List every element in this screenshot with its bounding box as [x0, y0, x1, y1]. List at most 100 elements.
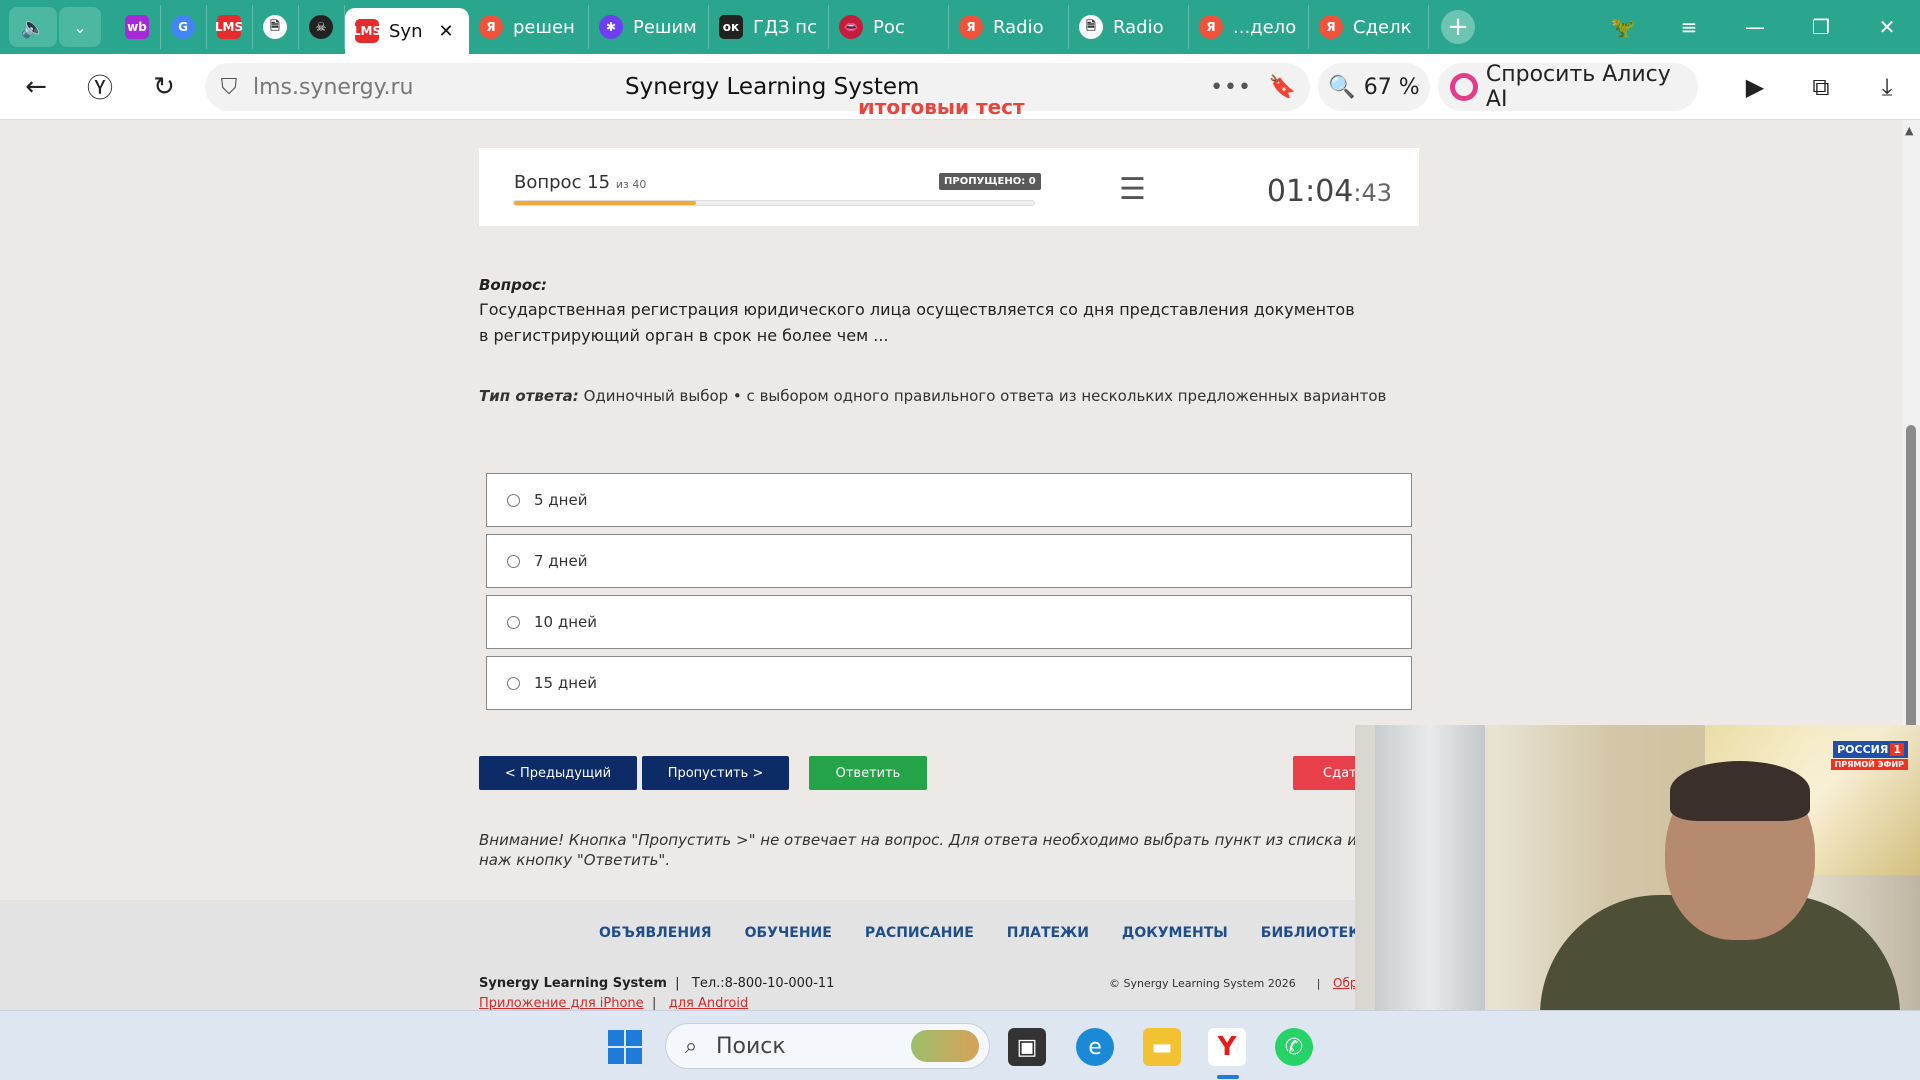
footer-brand-name: Synergy Learning System — [479, 976, 667, 991]
channel-number: 1 — [1890, 743, 1904, 756]
tab-audio-control[interactable]: 🔈 — [9, 7, 57, 47]
answer-option[interactable]: 15 дней — [486, 656, 1412, 710]
footer-link-education[interactable]: ОБУЧЕНИЕ — [745, 925, 832, 941]
answer-option[interactable]: 5 дней — [486, 473, 1412, 527]
answer-button[interactable]: Ответить — [809, 756, 927, 790]
tab[interactable]: Я Сделк — [1309, 5, 1429, 49]
tab-favicon-icon: 👄 — [839, 15, 863, 39]
channel-logo: РОССИЯ 1 — [1833, 741, 1908, 758]
new-tab-button[interactable]: + — [1441, 10, 1475, 44]
yandex-home-icon[interactable]: Ⓨ — [68, 68, 132, 105]
radio-button[interactable] — [507, 554, 520, 568]
scroll-up-icon[interactable]: ▲ — [1905, 124, 1913, 137]
taskbar-search[interactable]: ⌕ Поиск — [665, 1023, 990, 1069]
back-icon[interactable]: ← — [4, 72, 68, 102]
timer: 01:04:43 — [1267, 174, 1392, 209]
footer-phone: Тел.:8-800-10-000-11 — [691, 976, 835, 991]
more-icon[interactable]: ••• — [1210, 75, 1252, 100]
reload-icon[interactable]: ↻ — [132, 72, 196, 102]
tab-label: решен — [513, 16, 575, 38]
chevron-down-icon: ⌄ — [73, 17, 87, 37]
timer-main: 01:04 — [1266, 174, 1354, 209]
shield-icon[interactable]: ⛉ — [205, 75, 253, 100]
live-badge: ПРЯМОЙ ЭФИР — [1830, 759, 1908, 770]
footer-separator: | — [671, 976, 688, 991]
close-window-button[interactable]: ✕ — [1854, 15, 1920, 39]
footer-link-announcements[interactable]: ОБЪЯВЛЕНИЯ — [599, 925, 712, 941]
radio-button[interactable] — [507, 493, 520, 507]
address-bar[interactable]: ⛉ lms.synergy.ru Synergy Learning System… — [205, 63, 1310, 111]
collections-icon[interactable]: ⧉ — [1788, 73, 1854, 101]
question-number-label: Вопрос 15 — [514, 172, 611, 193]
answer-option[interactable]: 7 дней — [486, 534, 1412, 588]
footer-link-payments[interactable]: ПЛАТЕЖИ — [1007, 925, 1089, 941]
toolbar-right: ▶ ⧉ ⤓ — [1722, 54, 1920, 120]
ask-alice-button[interactable]: Спросить Алису AI — [1438, 62, 1698, 112]
zoom-indicator[interactable]: 🔍 67 % — [1318, 63, 1430, 111]
tab[interactable]: wb — [115, 5, 161, 49]
tab-strip: 🔈 ⌄ wb G LMS 🗎 ☠ LMS Syn ✕ Ярешен ✱ Решим ок ГДЗ пс 👄… — [0, 0, 1920, 54]
footer-nav: ОБЪЯВЛЕНИЯ ОБУЧЕНИЕ РАСПИСАНИЕ ПЛАТЕЖИ Д… — [599, 925, 1371, 941]
question-number: Вопрос 15 из 40 — [514, 172, 646, 193]
tab[interactable]: ✱ Решим — [589, 5, 709, 49]
tab[interactable]: LMS — [207, 5, 253, 49]
answer-type-label: Тип ответа: — [479, 387, 579, 405]
tab-favicon-icon: 🗎 — [1079, 15, 1103, 39]
android-app-link[interactable]: для Android — [669, 996, 749, 1011]
close-tab-icon[interactable]: ✕ — [439, 21, 454, 42]
question-list-icon[interactable]: ☰ — [1119, 172, 1146, 207]
tab[interactable]: 🗎 — [253, 5, 299, 49]
yandex-browser-icon[interactable]: Y — [1208, 1028, 1246, 1066]
edge-icon[interactable]: e — [1076, 1028, 1114, 1066]
windows-taskbar: ⌕ Поиск ▣ e ▬ Y ✆ — [0, 1010, 1920, 1080]
tab-label: ...дело — [1233, 16, 1297, 38]
tabs: wb G LMS 🗎 ☠ LMS Syn ✕ Ярешен ✱ Решим ок ГДЗ пс 👄 Рос Я… — [115, 0, 1429, 54]
tab[interactable]: G — [161, 5, 207, 49]
skip-button[interactable]: Пропустить > — [642, 756, 789, 790]
whatsapp-icon[interactable]: ✆ — [1275, 1028, 1313, 1066]
answer-option[interactable]: 10 дней — [486, 595, 1412, 649]
answer-label: 7 дней — [534, 552, 588, 570]
tab[interactable]: Ярешен — [469, 5, 589, 49]
menu-icon[interactable]: ≡ — [1656, 15, 1722, 39]
page-title: Synergy Learning System — [625, 74, 920, 100]
tab-favicon-icon: ☠ — [309, 15, 333, 39]
file-explorer-icon[interactable]: ▬ — [1143, 1028, 1181, 1066]
footer-app-links: Приложение для iPhone | для Android — [479, 996, 748, 1011]
minimize-button[interactable]: — — [1722, 15, 1788, 39]
radio-button[interactable] — [507, 615, 520, 629]
tab[interactable]: Я ...дело — [1189, 5, 1309, 49]
tab-favicon-icon: Я — [479, 15, 503, 39]
bookmark-icon[interactable]: 🔖 — [1269, 75, 1296, 100]
question-heading: Вопрос: — [479, 276, 548, 294]
radio-button[interactable] — [507, 676, 520, 690]
start-button[interactable] — [608, 1030, 642, 1064]
active-app-indicator — [1217, 1075, 1239, 1079]
iphone-app-link[interactable]: Приложение для iPhone — [479, 996, 644, 1011]
alice-label: Спросить Алису AI — [1485, 62, 1671, 112]
tab-list-button[interactable]: ⌄ — [59, 7, 101, 47]
download-icon[interactable]: ⤓ — [1854, 73, 1920, 101]
profile-avatar-icon[interactable]: 🦖 — [1590, 15, 1656, 39]
restore-button[interactable]: ❐ — [1788, 15, 1854, 39]
footer-link-documents[interactable]: ДОКУМЕНТЫ — [1122, 925, 1228, 941]
footer-link-schedule[interactable]: РАСПИСАНИЕ — [865, 925, 974, 941]
media-player-icon[interactable]: ▶ — [1722, 73, 1788, 101]
answer-type-text: Одиночный выбор • с выбором одного прави… — [583, 387, 1387, 405]
task-view-icon[interactable]: ▣ — [1008, 1028, 1046, 1066]
tab[interactable]: ☠ — [299, 5, 345, 49]
tab[interactable]: Я Radio — [949, 5, 1069, 49]
copyright-text: © Synergy Learning System 2026 — [1109, 977, 1296, 990]
speaker-icon: 🔈 — [20, 15, 46, 39]
zoom-icon: 🔍 — [1328, 74, 1356, 100]
tab[interactable]: ок ГДЗ пс — [709, 5, 829, 49]
footer-app-separator: | — [647, 996, 665, 1011]
previous-button[interactable]: < Предыдущий — [479, 756, 637, 790]
footer-brand: Synergy Learning System | Тел.:8-800-10-… — [479, 976, 834, 991]
footer-feedback-link[interactable]: Обр — [1333, 976, 1357, 990]
tab-label: Syn — [389, 20, 423, 42]
tab[interactable]: 🗎 Radio — [1069, 5, 1189, 49]
tab-active[interactable]: LMS Syn ✕ — [345, 8, 469, 54]
tab[interactable]: 👄 Рос — [829, 5, 949, 49]
zoom-value: 67 % — [1363, 74, 1420, 100]
